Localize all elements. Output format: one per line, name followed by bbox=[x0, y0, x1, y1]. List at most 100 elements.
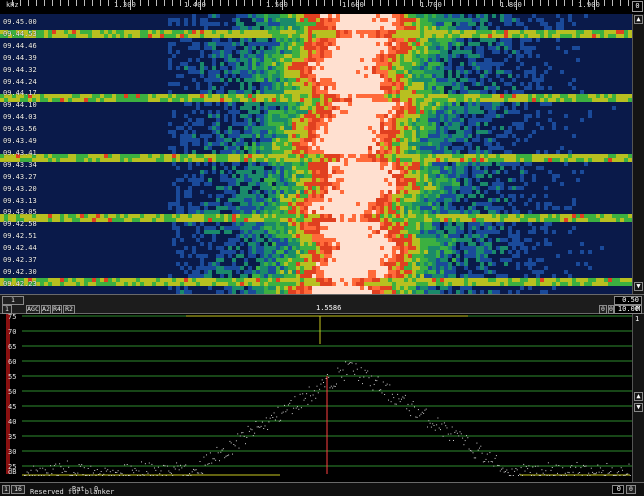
ruler-minor-tick bbox=[148, 0, 149, 6]
ruler-minor-tick bbox=[356, 0, 357, 6]
spectrum-plot: 7570656055504540353025dB bbox=[6, 313, 632, 476]
ruler-minor-tick bbox=[204, 0, 205, 6]
ruler-minor-tick bbox=[84, 0, 85, 6]
status-cell-1[interactable]: 1 bbox=[2, 485, 10, 494]
ruler-minor-tick bbox=[36, 0, 37, 6]
time-label: 09.44.17 bbox=[3, 89, 37, 98]
ruler-minor-tick bbox=[564, 0, 565, 6]
right-button-b[interactable]: 0 bbox=[608, 305, 614, 314]
ruler-minor-tick bbox=[452, 0, 453, 6]
ruler-minor-tick bbox=[164, 0, 165, 6]
ruler-minor-tick bbox=[172, 0, 173, 6]
scroll-down-icon[interactable]: ▼ bbox=[634, 282, 643, 291]
time-label: 09.43.20 bbox=[3, 184, 37, 193]
left-small-field[interactable]: 1 bbox=[2, 296, 24, 305]
y-tick-label: 40 bbox=[8, 418, 16, 426]
ruler-minor-tick bbox=[260, 0, 261, 6]
ruler-minor-tick bbox=[372, 0, 373, 6]
frequency-ruler[interactable]: kHz 0 1.3001.4001.5001.6001.7001.8001.90… bbox=[0, 0, 644, 15]
y-unit-label: dB bbox=[8, 468, 16, 476]
ruler-minor-tick bbox=[540, 0, 541, 6]
ruler-minor-tick bbox=[244, 0, 245, 6]
spectrum-scroll-down-icon[interactable]: ▼ bbox=[634, 403, 643, 412]
y-tick-label: 50 bbox=[8, 388, 16, 396]
ruler-minor-tick bbox=[508, 0, 509, 6]
ruler-minor-tick bbox=[500, 0, 501, 6]
ruler-minor-tick bbox=[76, 0, 77, 6]
ruler-minor-tick bbox=[476, 0, 477, 6]
waterfall-display[interactable]: 09.45.00 09.44.53 09.44.46 09.44.39 09.44.32… bbox=[0, 14, 632, 294]
mode-button-r4[interactable]: R4 bbox=[52, 305, 62, 314]
ruler-minor-tick bbox=[364, 0, 365, 6]
waterfall-scrollbar[interactable]: ▲ ▼ bbox=[632, 14, 644, 294]
y-tick-label: 45 bbox=[8, 403, 16, 411]
ruler-minor-tick bbox=[404, 0, 405, 6]
time-label: 09.44.10 bbox=[3, 101, 37, 110]
time-label: 09.43.27 bbox=[3, 172, 37, 181]
y-tick-label: 70 bbox=[8, 328, 16, 336]
ruler-minor-tick bbox=[332, 0, 333, 6]
spectrum-scrollbar[interactable]: 1 ▲ ▼ bbox=[632, 314, 644, 482]
ruler-minor-tick bbox=[116, 0, 117, 6]
spectrum-top-right-value: 1 bbox=[635, 315, 640, 323]
time-label: 09.43.13 bbox=[3, 196, 37, 205]
ruler-minor-tick bbox=[60, 0, 61, 6]
ruler-minor-tick bbox=[228, 0, 229, 6]
ruler-minor-tick bbox=[292, 0, 293, 6]
mode-button-a2[interactable]: A2 bbox=[41, 305, 51, 314]
spectrum-scroll-up-icon[interactable]: ▲ bbox=[634, 392, 643, 401]
time-label: 09.42.58 bbox=[3, 220, 37, 229]
time-label: 09.44.53 bbox=[3, 29, 37, 38]
ruler-minor-tick bbox=[380, 0, 381, 6]
ruler-tick-label: 1.600 bbox=[342, 1, 365, 9]
speed-field[interactable]: 0.50 bbox=[614, 296, 642, 305]
ruler-minor-tick bbox=[516, 0, 517, 6]
time-label: 09.45.00 bbox=[3, 18, 37, 26]
ruler-minor-tick bbox=[140, 0, 141, 6]
status-cell-2[interactable]: 16 bbox=[11, 485, 25, 494]
ruler-minor-tick bbox=[252, 0, 253, 6]
ruler-minor-tick bbox=[44, 0, 45, 6]
ruler-tick-label: 1.800 bbox=[500, 1, 523, 9]
ruler-minor-tick bbox=[12, 0, 13, 6]
spectrum-display[interactable]: 75 70 65 60 55 50 45 40 35 30 25 dB bbox=[0, 313, 632, 482]
right-button-a[interactable]: 0 bbox=[599, 305, 607, 314]
ruler-minor-tick bbox=[348, 0, 349, 6]
status-right-field[interactable]: 0 bbox=[612, 485, 624, 494]
ruler-minor-tick bbox=[532, 0, 533, 6]
ruler-minor-tick bbox=[580, 0, 581, 6]
ruler-minor-tick bbox=[324, 0, 325, 6]
ruler-minor-tick bbox=[388, 0, 389, 6]
ruler-minor-tick bbox=[420, 0, 421, 6]
ruler-minor-tick bbox=[492, 0, 493, 6]
ruler-minor-tick bbox=[524, 0, 525, 6]
mode-button-agc[interactable]: AGC bbox=[26, 305, 40, 314]
time-label: 09.43.49 bbox=[3, 137, 37, 145]
status-right-button[interactable]: 0 bbox=[626, 485, 636, 494]
y-tick-label: 65 bbox=[8, 343, 16, 351]
ruler-minor-tick bbox=[316, 0, 317, 6]
right-mode-label[interactable]: M bbox=[636, 305, 640, 313]
ruler-minor-tick bbox=[180, 0, 181, 6]
ruler-reset-button[interactable]: 0 bbox=[632, 1, 643, 12]
time-label: 09.43.34 bbox=[3, 160, 37, 169]
ruler-minor-tick bbox=[156, 0, 157, 6]
ruler-minor-tick bbox=[612, 0, 613, 6]
ruler-minor-tick bbox=[428, 0, 429, 6]
ruler-minor-tick bbox=[436, 0, 437, 6]
time-label: 09.44.03 bbox=[3, 113, 37, 122]
ruler-minor-tick bbox=[124, 0, 125, 6]
ruler-minor-tick bbox=[604, 0, 605, 6]
ruler-minor-tick bbox=[412, 0, 413, 6]
y-tick-label: 60 bbox=[8, 358, 16, 366]
time-label: 09.44.46 bbox=[3, 41, 37, 50]
ruler-minor-tick bbox=[132, 0, 133, 6]
time-label: 09.44.39 bbox=[3, 53, 37, 62]
scroll-up-icon[interactable]: ▲ bbox=[634, 15, 643, 24]
mode-button-r2[interactable]: R2 bbox=[63, 305, 75, 314]
time-label: 09.42.51 bbox=[3, 232, 37, 241]
left-mode-button[interactable]: 1 bbox=[2, 305, 12, 314]
ruler-minor-tick bbox=[236, 0, 237, 6]
waterfall-image bbox=[0, 14, 632, 294]
ruler-minor-tick bbox=[212, 0, 213, 6]
